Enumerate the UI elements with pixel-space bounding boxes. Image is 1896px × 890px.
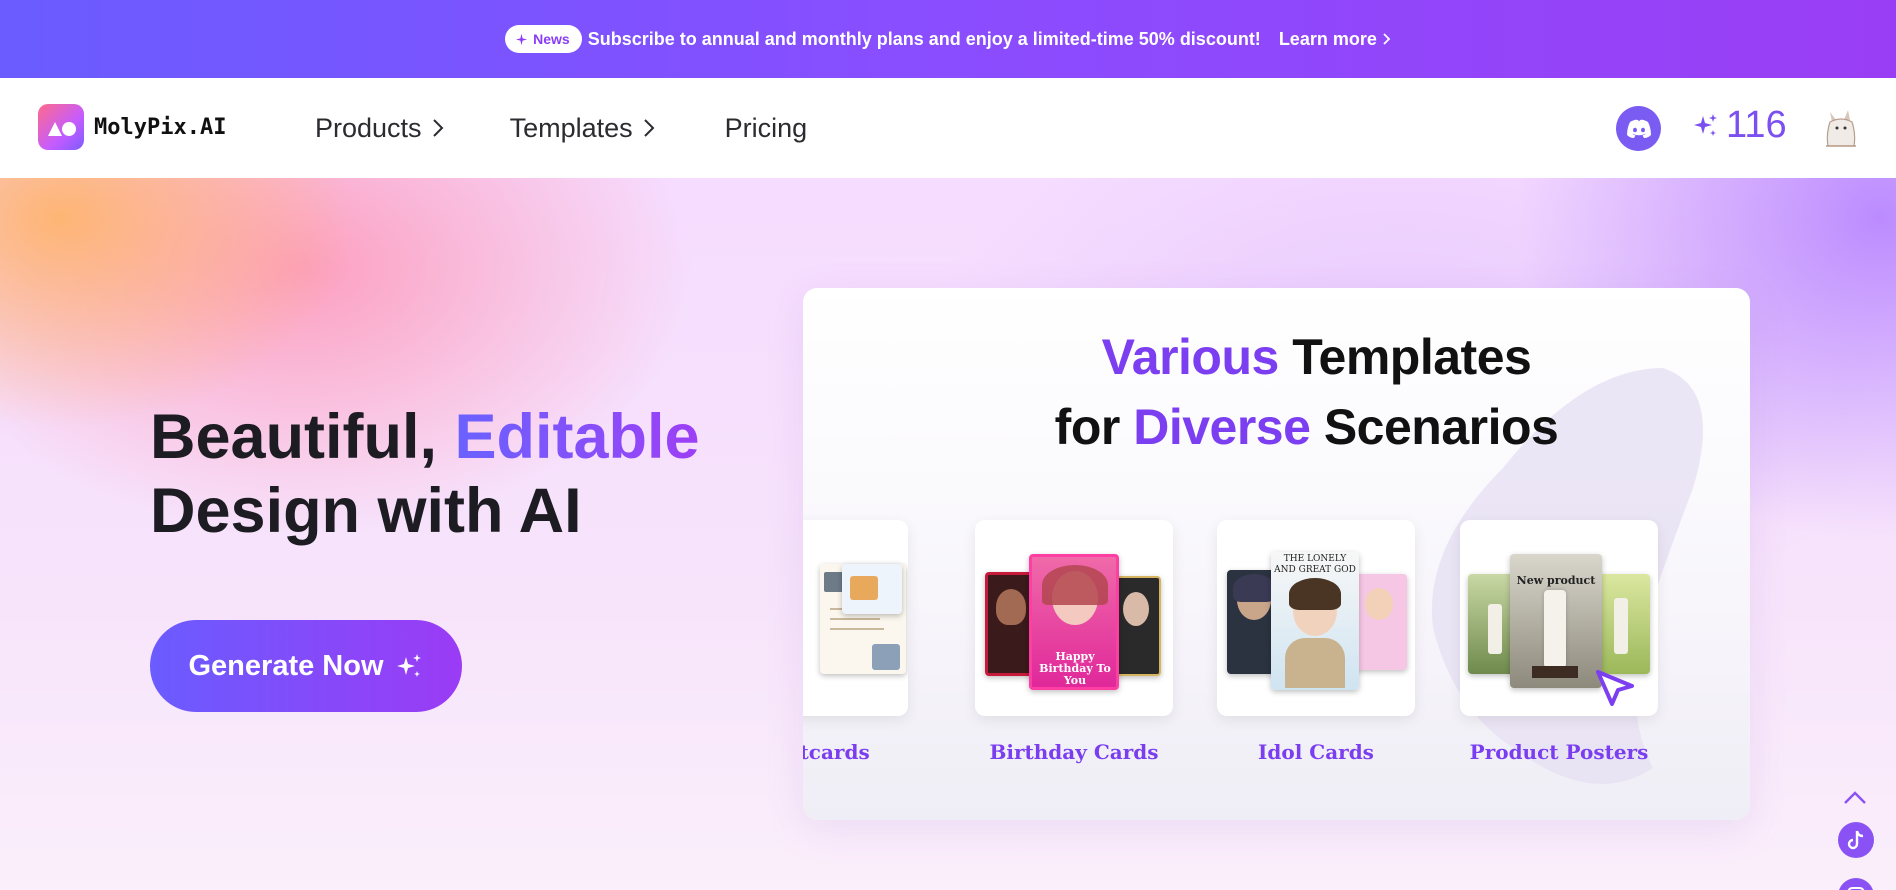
title-for: for [1054,399,1134,455]
product-thumb-main: New product [1510,554,1602,688]
birthday-thumb-main: Happy Birthday To You [1029,554,1119,690]
idol-thumb-text: THE LONELY AND GREAT GOD [1274,554,1356,575]
template-label-postcards: stcards [803,740,870,764]
tiktok-icon [1847,830,1864,850]
title-rest-scenarios: Scenarios [1310,399,1559,455]
template-card-birthday[interactable]: Happy Birthday To You [975,520,1173,716]
nav-templates[interactable]: Templates [510,113,655,144]
sparkle-icon [1694,113,1717,136]
title-accent-various: Various [1101,329,1280,385]
chevron-right-icon [1383,33,1391,45]
headline-line2: Design with AI [150,476,582,546]
idol-thumb-main: THE LONELY AND GREAT GOD [1271,552,1359,690]
nav-products[interactable]: Products [315,113,444,144]
credits-count: 116 [1726,104,1787,146]
sparkle-icon [396,654,421,677]
learn-more-label: Learn more [1278,28,1377,49]
chevron-right-icon [643,119,655,137]
credits-balance[interactable]: 116 [1692,104,1787,147]
template-card-product[interactable]: New product [1460,520,1658,716]
template-label-idol: Idol Cards [1258,740,1374,764]
hero-headline: Beautiful, Editable Design with AI [150,400,700,548]
nav-templates-label: Templates [509,112,633,143]
product-thumb-right [1594,574,1650,674]
templates-showcase[interactable]: Various Templates for Diverse Scenarios … [803,288,1750,820]
headline-part1: Beautiful, [150,402,455,472]
generate-now-button[interactable]: Generate Now [150,620,462,712]
template-card-idol[interactable]: THE LONELY AND GREAT GOD [1217,520,1415,716]
chevron-right-icon [432,119,443,137]
logo-text: MolyPix.AI [94,114,227,140]
idol-thumb-right [1353,574,1407,670]
logo[interactable]: MolyPix.AI [38,104,226,150]
learn-more-link[interactable]: Learn more [1279,29,1391,50]
showcase-title-line1: Various Templates [843,328,1750,386]
main-nav: Products Templates Pricing [315,78,807,178]
news-badge-label: News [533,31,570,47]
logo-mark-icon [38,104,84,150]
title-accent-diverse: Diverse [1133,399,1311,455]
product-thumb-text: New product [1516,574,1596,587]
generate-now-label: Generate Now [188,649,384,682]
cursor-arrow-icon [1596,670,1634,706]
template-card-postcards[interactable] [803,520,908,716]
tiktok-button[interactable] [1838,822,1874,858]
discord-icon [1626,119,1651,138]
site-header: MolyPix.AI Products Templates Pricing 11… [0,78,1896,178]
news-badge: News [505,25,582,53]
announcement-text: Subscribe to annual and monthly plans an… [587,28,1261,49]
showcase-title-line2: for Diverse Scenarios [833,398,1750,456]
nav-pricing[interactable]: Pricing [725,113,808,144]
postcard-thumb-2 [842,564,902,614]
headline-accent: Editable [454,402,700,472]
chevron-up-icon[interactable] [1840,788,1870,808]
birthday-thumb-text: Happy Birthday To You [1039,650,1111,687]
discord-button[interactable] [1616,106,1661,151]
announcement-bar: News Subscribe to annual and monthly pla… [0,0,1896,78]
instagram-button[interactable] [1838,878,1874,890]
template-label-birthday: Birthday Cards [989,740,1159,764]
hero-section: Beautiful, Editable Design with AI Gener… [0,178,1896,890]
sparkle-icon [516,33,528,45]
template-label-product: Product Posters [1469,740,1649,764]
title-rest-templates: Templates [1278,329,1532,385]
nav-pricing-label: Pricing [724,112,808,143]
avatar[interactable] [1822,106,1860,150]
nav-products-label: Products [315,112,422,143]
instagram-icon [1847,887,1865,890]
